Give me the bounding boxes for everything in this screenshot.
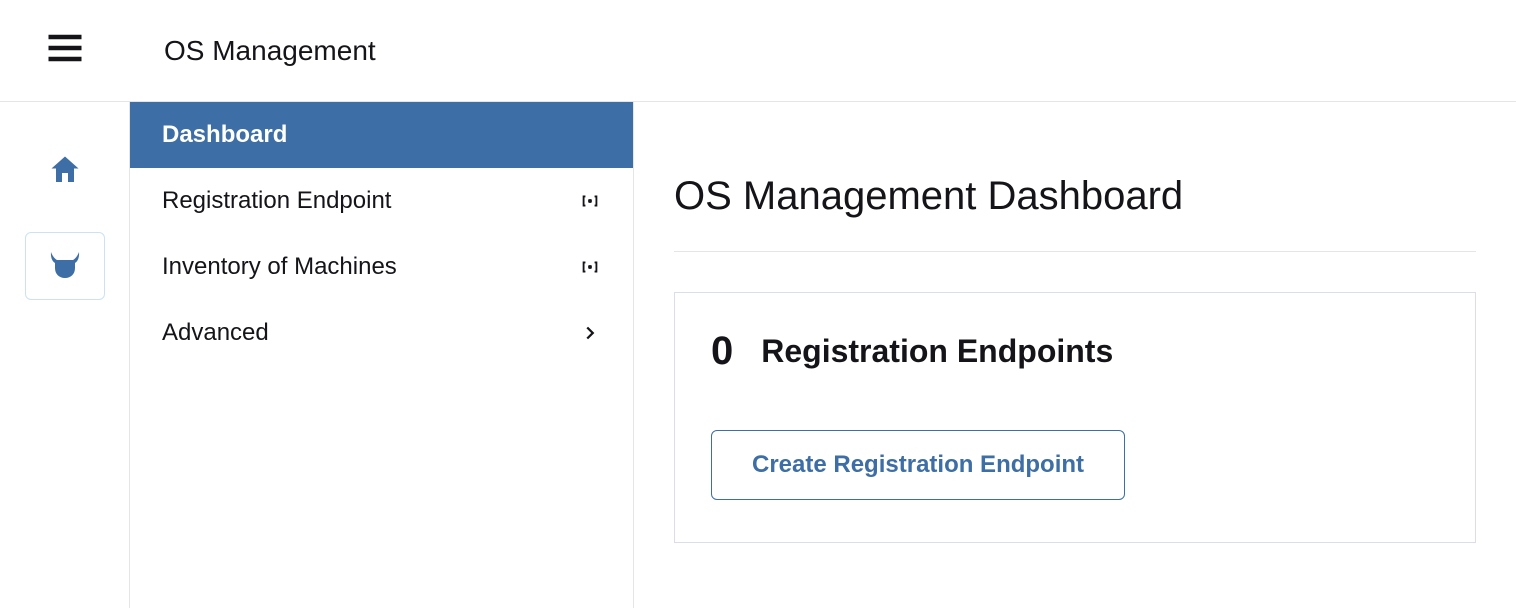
bull-icon xyxy=(45,248,85,285)
card-header: 0 Registration Endpoints xyxy=(711,329,1439,374)
chevron-right-icon xyxy=(579,322,601,344)
header-title: OS Management xyxy=(130,35,376,67)
hamburger-menu-button[interactable] xyxy=(0,0,130,101)
rancher-button[interactable] xyxy=(25,232,105,300)
main-content: OS Management Dashboard 0 Registration E… xyxy=(634,102,1516,608)
hamburger-icon xyxy=(43,26,87,75)
home-button[interactable] xyxy=(45,152,85,192)
create-registration-endpoint-button[interactable]: Create Registration Endpoint xyxy=(711,430,1125,500)
page-title: OS Management Dashboard xyxy=(674,174,1476,252)
sidebar-item-label: Dashboard xyxy=(162,121,287,149)
sidebar-item-registration-endpoint[interactable]: Registration Endpoint xyxy=(130,168,633,234)
sidebar-item-dashboard[interactable]: Dashboard xyxy=(130,102,633,168)
sidebar-item-inventory-of-machines[interactable]: Inventory of Machines xyxy=(130,234,633,300)
card-count: 0 xyxy=(711,329,733,374)
bracket-icon xyxy=(579,190,601,212)
icon-rail xyxy=(0,102,130,608)
registration-endpoints-card: 0 Registration Endpoints Create Registra… xyxy=(674,292,1476,543)
sidebar-item-label: Registration Endpoint xyxy=(162,187,391,215)
bracket-icon xyxy=(579,256,601,278)
sidebar: Dashboard Registration Endpoint Inventor… xyxy=(130,102,634,608)
home-icon xyxy=(47,152,83,193)
header: OS Management xyxy=(0,0,1516,102)
sidebar-item-advanced[interactable]: Advanced xyxy=(130,300,633,366)
sidebar-item-label: Advanced xyxy=(162,319,269,347)
card-title: Registration Endpoints xyxy=(761,333,1113,370)
sidebar-item-label: Inventory of Machines xyxy=(162,253,397,281)
